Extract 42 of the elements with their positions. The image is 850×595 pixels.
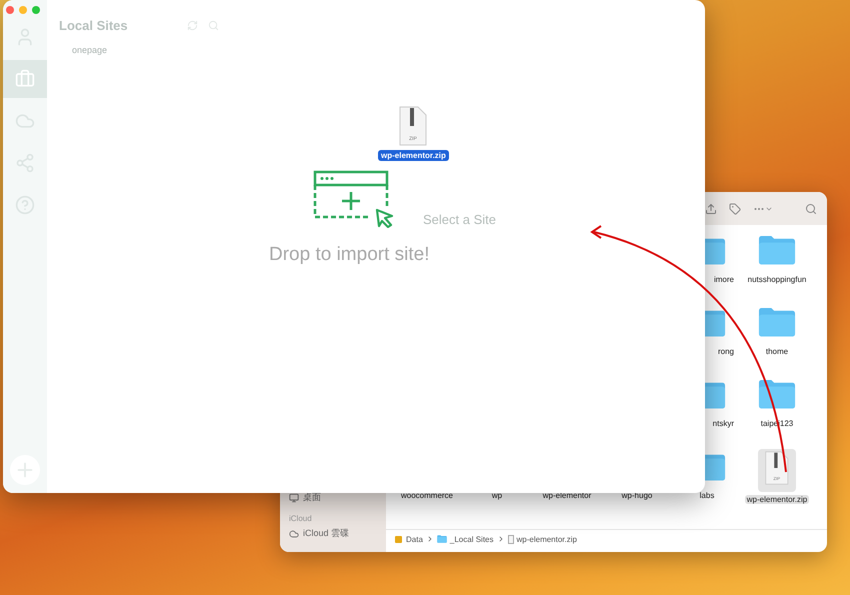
close-button[interactable]: [6, 6, 14, 14]
tag-icon[interactable]: [729, 202, 741, 214]
drop-message: Drop to import site!: [269, 244, 430, 266]
connect-icon: [15, 153, 35, 173]
path-segment[interactable]: Data: [406, 534, 423, 544]
folder-icon: [758, 379, 796, 410]
folder-icon: [758, 307, 796, 338]
file-name[interactable]: thome: [764, 347, 790, 356]
search-icon[interactable]: [208, 20, 219, 31]
file-name[interactable]: wp-elementor: [540, 491, 594, 500]
empty-state-text: Select a Site: [423, 212, 496, 226]
add-site-button[interactable]: [10, 455, 40, 485]
refresh-icon[interactable]: [187, 20, 198, 31]
share-icon[interactable]: [705, 202, 717, 214]
file-name: wp-elementor.zip: [378, 150, 449, 161]
folder-icon: [758, 235, 796, 266]
file-name[interactable]: rong: [716, 347, 736, 356]
search-icon[interactable]: [805, 202, 817, 214]
file-name[interactable]: labs: [698, 491, 716, 500]
sites-icon: [15, 69, 35, 89]
import-site-icon: [313, 170, 395, 228]
file-name[interactable]: wp: [490, 491, 504, 500]
zoom-button[interactable]: [32, 6, 40, 14]
path-segment[interactable]: wp-elementor.zip: [516, 534, 577, 544]
file-icon: [508, 534, 514, 544]
file-name[interactable]: wp-hugo: [620, 491, 654, 500]
path-segment[interactable]: _Local Sites: [450, 534, 494, 544]
cloud-icon: [289, 528, 299, 538]
file-name[interactable]: imore: [712, 275, 736, 284]
sidebar-item[interactable]: iCloud 雲碟: [303, 527, 350, 540]
sidebar-item[interactable]: 桌面: [303, 491, 321, 504]
file-name[interactable]: ntskyr: [710, 419, 736, 428]
minimize-button[interactable]: [19, 6, 27, 14]
file-name[interactable]: wp-elementor.zip: [744, 495, 810, 504]
drive-icon: [394, 534, 403, 544]
sidebar-header: iCloud: [289, 514, 313, 523]
panel-title: Local Sites: [59, 18, 129, 33]
file-name[interactable]: woocommerce: [398, 491, 455, 500]
file-name[interactable]: nutsshoppingfun: [746, 275, 808, 284]
desktop-icon: [289, 492, 299, 502]
folder-icon: [436, 535, 447, 543]
nav-button[interactable]: [3, 60, 47, 98]
